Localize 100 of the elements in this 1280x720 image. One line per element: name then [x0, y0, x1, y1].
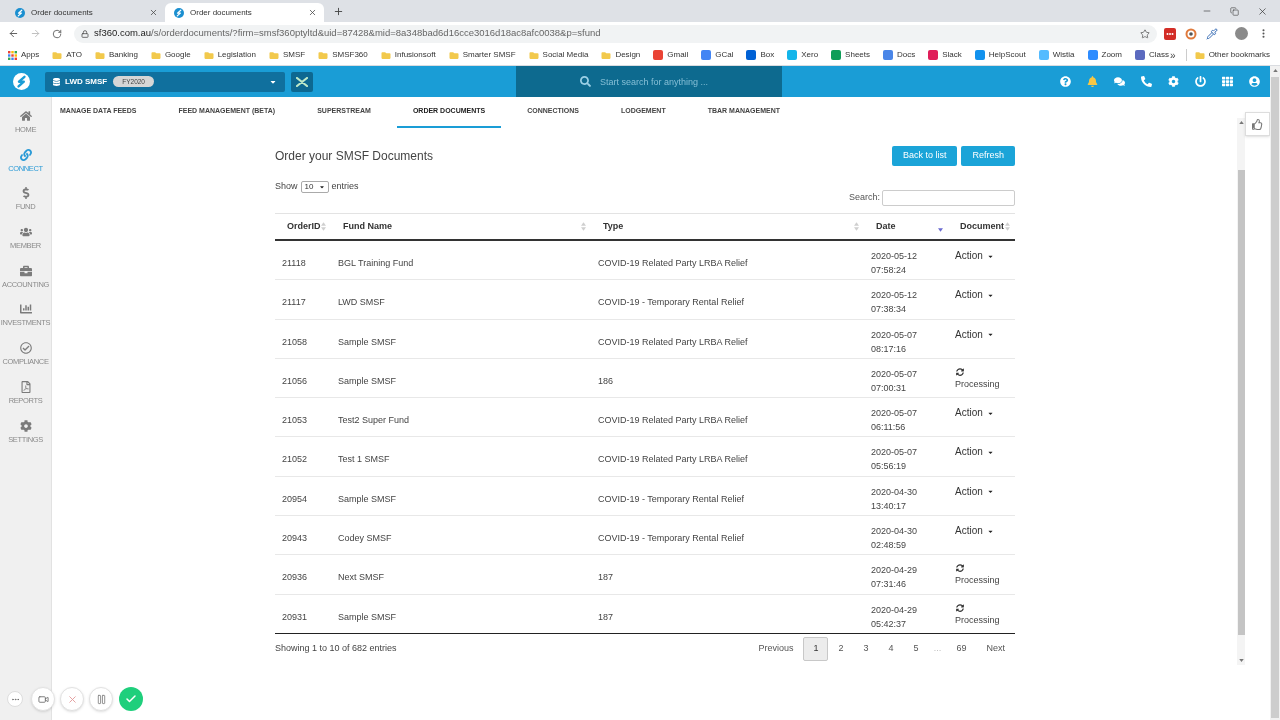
page-button[interactable]: 5: [903, 636, 929, 661]
bell-icon[interactable]: [1087, 76, 1098, 87]
next-button[interactable]: Next: [976, 636, 1015, 661]
ring-extension-icon[interactable]: [1185, 27, 1197, 40]
bookmark[interactable]: SMSF: [268, 49, 306, 61]
browser-tab[interactable]: Order documents: [6, 3, 165, 22]
people-icon: [19, 226, 32, 239]
search-field[interactable]: Start search for anything ...: [516, 66, 782, 97]
browser-tab[interactable]: Order documents: [165, 3, 324, 22]
scroll-up-icon[interactable]: [1238, 121, 1244, 124]
table-cell: COVID-19 - Temporary Rental Relief: [598, 533, 744, 544]
new-tab-icon[interactable]: [333, 5, 344, 17]
page-button[interactable]: 1: [803, 636, 829, 661]
bookmark[interactable]: Docs: [883, 49, 916, 61]
action-dropdown[interactable]: Action: [955, 445, 994, 460]
table-cell-text: 2020-04-30 02:48:59: [871, 525, 919, 553]
refresh-icon: [956, 603, 964, 612]
bookmark[interactable]: Zoom: [1087, 49, 1122, 61]
done-button[interactable]: [119, 687, 143, 711]
extension-icon[interactable]: [1164, 27, 1176, 40]
user-icon[interactable]: [1249, 76, 1260, 87]
column-header[interactable]: Fund Name: [343, 219, 392, 234]
forward-icon[interactable]: [30, 28, 41, 39]
search-field[interactable]: [882, 190, 1015, 206]
pause-icon: [95, 693, 107, 705]
search-label: Search:: [848, 191, 880, 205]
bookmark[interactable]: Sheets: [831, 49, 870, 61]
bookmark[interactable]: HelpScout: [974, 49, 1026, 61]
status-text: Processing: [955, 613, 1000, 627]
bookmark[interactable]: Smarter SMSF: [448, 49, 516, 61]
column-header[interactable]: Date: [876, 219, 896, 234]
back-icon[interactable]: [8, 28, 19, 39]
action-dropdown[interactable]: Action: [955, 249, 994, 263]
page-button[interactable]: 2: [828, 636, 854, 661]
table-cell-text: 2020-05-07 07:00:31: [871, 367, 919, 395]
pause-button[interactable]: [89, 687, 113, 711]
settings-icon: [19, 419, 32, 432]
phone-icon[interactable]: [1141, 76, 1152, 87]
bookmark[interactable]: Slack: [928, 49, 962, 61]
page-button[interactable]: 69: [946, 636, 977, 661]
table-info: Showing 1 to 10 of 682 entries: [275, 642, 397, 656]
page-button[interactable]: 4: [878, 636, 904, 661]
reload-icon[interactable]: [52, 28, 62, 39]
entries-select[interactable]: 10: [300, 181, 329, 193]
bookmark[interactable]: Xero: [787, 49, 819, 61]
bookmark[interactable]: Infusionsoft: [380, 49, 436, 61]
action-dropdown[interactable]: Action: [955, 524, 994, 539]
previous-button[interactable]: Previous: [748, 636, 804, 661]
avatar-icon[interactable]: [1235, 27, 1248, 40]
eyedropper-icon[interactable]: [1206, 27, 1218, 40]
close-icon[interactable]: [1257, 5, 1268, 17]
action-dropdown[interactable]: Action: [955, 288, 994, 303]
close-icon[interactable]: [149, 8, 158, 17]
scrollbar-thumb[interactable]: [1271, 77, 1279, 718]
bookmark[interactable]: Wistia: [1038, 49, 1075, 61]
bookmark-star-icon[interactable]: [1140, 28, 1150, 39]
close-icon[interactable]: [308, 8, 317, 17]
action-dropdown[interactable]: Action: [955, 484, 994, 499]
grid-menu-icon[interactable]: [1222, 76, 1233, 87]
settings-icon[interactable]: [1168, 76, 1179, 87]
bookmark[interactable]: SMSF360: [318, 49, 368, 61]
bookmark[interactable]: Other bookmarks: [1194, 49, 1270, 61]
bookmark[interactable]: Design: [601, 49, 641, 61]
table-cell: 20954: [282, 493, 308, 504]
folder-icon: [52, 50, 63, 60]
bookmark[interactable]: Box: [746, 49, 775, 61]
address-bar[interactable]: sf360.com.au/s/orderdocuments/?firm=smsf360ptyltd&uid=87428&mid=8a348bad6d16cce3016d18ac8afc0038&p=sfund: [74, 24, 1157, 43]
action-dropdown[interactable]: Action: [955, 406, 994, 421]
sort-icon: [321, 222, 326, 231]
bookmark[interactable]: Class: [1134, 49, 1169, 61]
chat-icon[interactable]: [1114, 76, 1125, 87]
help-icon[interactable]: [1060, 76, 1071, 87]
bookmark[interactable]: Google: [150, 49, 191, 61]
column-header[interactable]: Document: [960, 219, 1004, 234]
power-icon[interactable]: [1195, 76, 1206, 87]
bookmark[interactable]: Legislation: [203, 49, 256, 61]
bookmark[interactable]: Apps: [8, 49, 40, 61]
scroll-down-icon[interactable]: [1238, 659, 1244, 662]
action-dropdown[interactable]: Action: [955, 327, 994, 342]
app-logo-icon[interactable]: [13, 73, 30, 90]
folder-icon: [380, 50, 391, 60]
bookmark[interactable]: Social Media: [528, 49, 589, 61]
feedback-button[interactable]: [1245, 112, 1270, 136]
more-bookmarks[interactable]: »: [1170, 47, 1176, 63]
sort-icon: [581, 222, 586, 231]
cross-button[interactable]: [291, 71, 313, 92]
bookmark[interactable]: ATO: [52, 49, 82, 61]
table-cell: COVID-19 Related Party LRBA Relief: [598, 258, 748, 268]
page-button[interactable]: 3: [853, 636, 879, 661]
table-cell: Codey SMSF: [338, 533, 392, 544]
bookmark[interactable]: Gmail: [653, 49, 689, 61]
column-header[interactable]: Type: [603, 219, 624, 234]
restore-icon[interactable]: [1230, 6, 1239, 16]
page-scrollbar[interactable]: [1270, 66, 1280, 720]
table-cell: 21058: [282, 336, 308, 347]
folder-icon: [94, 50, 105, 60]
scroll-up-icon[interactable]: [1272, 69, 1278, 72]
column-header[interactable]: OrderID: [287, 219, 321, 234]
bookmark[interactable]: GCal: [701, 49, 734, 61]
bookmark[interactable]: Banking: [94, 49, 138, 61]
